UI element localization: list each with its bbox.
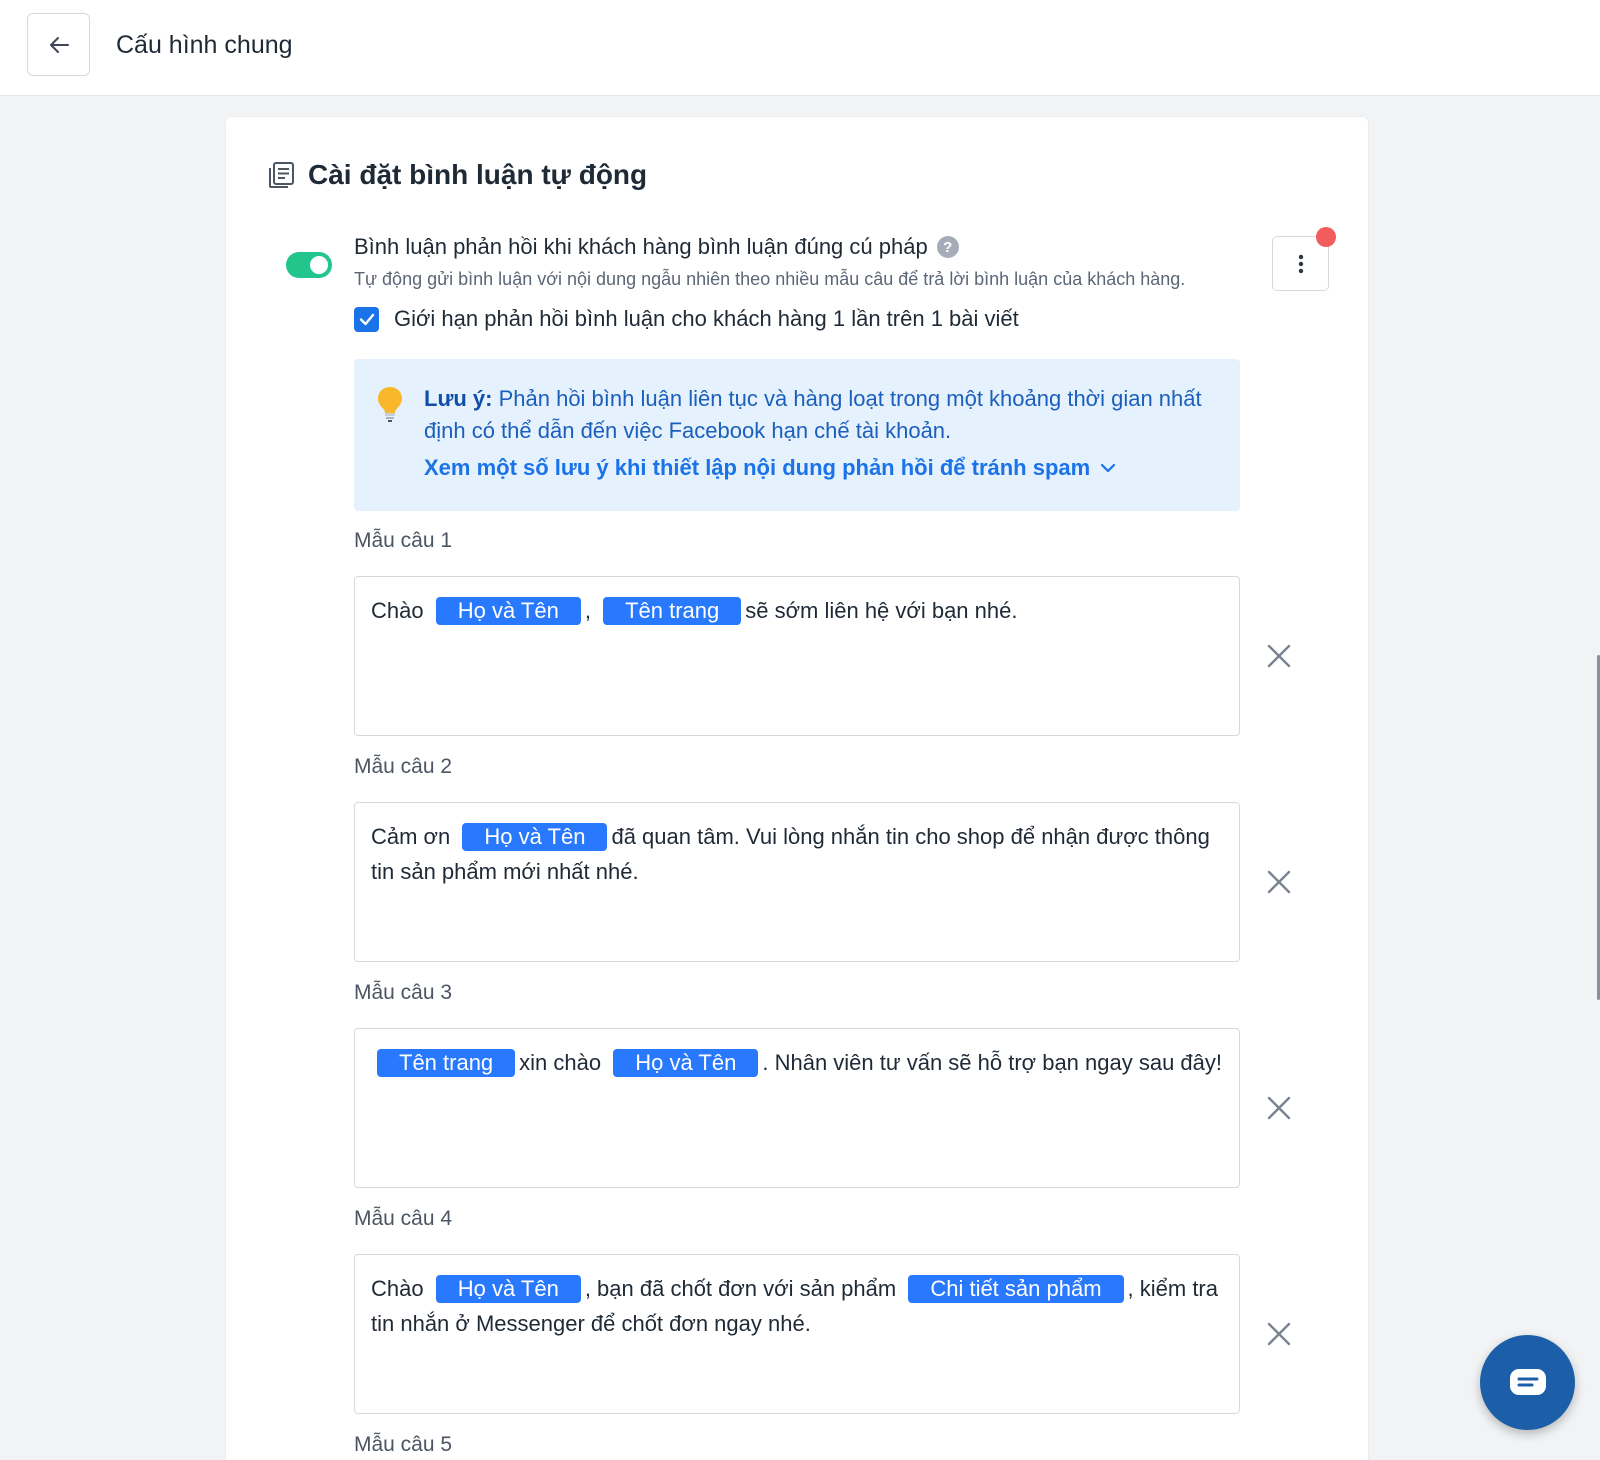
note-text: Lưu ý: Phản hồi bình luận liên tục và hà…	[424, 383, 1214, 447]
chat-button[interactable]	[1480, 1335, 1575, 1430]
template-label: Mẫu câu 2	[354, 755, 453, 778]
variable-chip[interactable]: Họ và Tên	[435, 597, 581, 625]
note-label: Lưu ý:	[424, 386, 493, 411]
close-icon	[1267, 1322, 1291, 1346]
template-text: , bạn đã chốt đơn với sản phẩm	[584, 1276, 897, 1301]
template-label: Mẫu câu 5	[354, 1433, 453, 1456]
settings-card: Cài đặt bình luận tự động Bình luận phản…	[226, 117, 1368, 1460]
chevron-down-icon	[1101, 463, 1116, 473]
chat-bubble-icon	[1509, 1368, 1546, 1395]
option-description: Tự động gửi bình luận với nội dung ngẫu …	[354, 269, 1186, 289]
template-editor[interactable]: Chào Họ và Tên, Tên trang sẽ sớm liên hệ …	[354, 576, 1240, 736]
close-icon	[1267, 644, 1291, 668]
auto-reply-toggle[interactable]	[286, 252, 332, 278]
close-icon	[1267, 1096, 1291, 1120]
section-title: Cài đặt bình luận tự động	[308, 159, 648, 190]
remove-template-button[interactable]	[1264, 641, 1294, 671]
template-text: Chào	[371, 1276, 424, 1301]
template-editor[interactable]: Chào Họ và Tên, bạn đã chốt đơn với sản …	[354, 1254, 1240, 1414]
limit-reply-label: Giới hạn phản hồi bình luận cho khách hà…	[394, 306, 1019, 331]
template-editor[interactable]: Tên trang xin chào Họ và Tên. Nhân viên t…	[354, 1028, 1240, 1188]
document-list-icon	[269, 162, 294, 188]
option-title: Bình luận phản hồi khi khách hàng bình l…	[354, 234, 928, 259]
notification-dot	[1316, 227, 1336, 247]
spam-tips-link[interactable]: Xem một số lưu ý khi thiết lập nội dung …	[424, 455, 1116, 481]
close-icon	[1267, 870, 1291, 894]
limit-reply-row: Giới hạn phản hồi bình luận cho khách hà…	[354, 306, 1019, 332]
note-body: Phản hồi bình luận liên tục và hàng loạt…	[424, 386, 1202, 443]
section-header: Cài đặt bình luận tự động	[266, 159, 647, 191]
remove-template-button[interactable]	[1264, 1093, 1294, 1123]
template-text: sẽ sớm liên hệ với bạn nhé.	[745, 598, 1018, 623]
option-title-row: Bình luận phản hồi khi khách hàng bình l…	[354, 234, 959, 260]
page-title: Cấu hình chung	[116, 31, 293, 59]
template-label: Mẫu câu 1	[354, 529, 453, 552]
template-text: . Nhân viên tư vấn sẽ hỗ trợ bạn ngay sa…	[762, 1050, 1223, 1075]
template-text: Cảm ơn	[371, 824, 451, 849]
arrow-left-icon	[49, 36, 69, 53]
template-editor[interactable]: Cảm ơn Họ và Tên đã quan tâm. Vui lòng nh…	[354, 802, 1240, 962]
warning-note: Lưu ý: Phản hồi bình luận liên tục và hà…	[354, 359, 1240, 511]
spam-tips-link-text: Xem một số lưu ý khi thiết lập nội dung …	[424, 455, 1091, 480]
variable-chip[interactable]: Họ và Tên	[462, 823, 608, 851]
more-options-button[interactable]	[1272, 227, 1336, 291]
remove-template-button[interactable]	[1264, 1319, 1294, 1349]
template-label: Mẫu câu 3	[354, 981, 453, 1004]
template-label: Mẫu câu 4	[354, 1207, 453, 1230]
template-text: ,	[584, 598, 591, 623]
variable-chip[interactable]: Họ và Tên	[613, 1049, 759, 1077]
variable-chip[interactable]: Tên trang	[377, 1049, 516, 1077]
template-text: xin chào	[519, 1050, 602, 1075]
lightbulb-icon	[378, 387, 402, 422]
variable-chip[interactable]: Chi tiết sản phẩm	[908, 1275, 1124, 1303]
limit-reply-checkbox[interactable]	[354, 306, 379, 332]
help-icon[interactable]: ?	[936, 236, 959, 258]
top-bar: Cấu hình chung	[0, 0, 1600, 96]
back-button[interactable]	[27, 13, 90, 76]
variable-chip[interactable]: Tên trang	[603, 597, 742, 625]
vertical-dots-icon	[1298, 254, 1303, 273]
remove-template-button[interactable]	[1264, 867, 1294, 897]
variable-chip[interactable]: Họ và Tên	[435, 1275, 581, 1303]
check-icon	[359, 313, 374, 326]
template-text: Chào	[371, 598, 424, 623]
